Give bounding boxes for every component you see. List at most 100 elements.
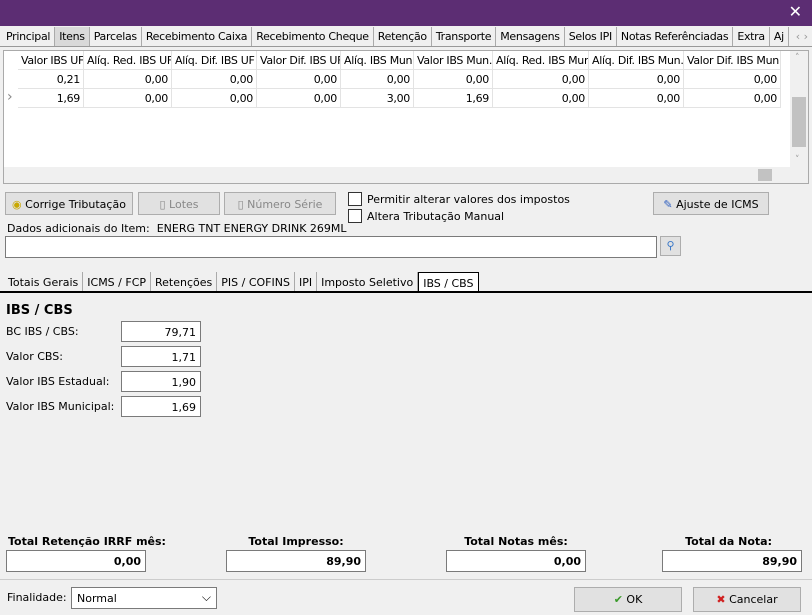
cancelar-button[interactable]: ✖ Cancelar (693, 587, 801, 612)
horizontal-scrollbar[interactable] (4, 167, 808, 183)
dados-label-text: Dados adicionais do Item: (7, 222, 150, 235)
dados-value: ENERG TNT ENERGY DRINK 269ML (156, 222, 347, 235)
table-cell[interactable]: 0,00 (589, 70, 684, 89)
grid-header: Valor IBS UF Alíq. Red. IBS UF Alíq. Dif. … (4, 51, 789, 70)
total-value: 89,90 (226, 550, 366, 572)
row-indicator-icon: › (7, 89, 13, 105)
scroll-down-icon[interactable]: ˅ (795, 155, 800, 165)
tab-9[interactable]: Notas Referênciadas (617, 27, 734, 46)
field-input[interactable]: 1,90 (121, 371, 201, 392)
table-cell[interactable]: 3,00 (341, 89, 414, 108)
doc-icon: ▯ (237, 198, 244, 211)
tab-2[interactable]: Parcelas (90, 27, 142, 46)
table-cell[interactable]: 1,69 (414, 89, 493, 108)
field-label: BC IBS / CBS: (6, 325, 79, 338)
table-cell[interactable]: 0,00 (684, 70, 781, 89)
table-cell[interactable]: 1,69 (18, 89, 84, 108)
tab-0[interactable]: Principal (2, 27, 56, 46)
scroll-thumb[interactable] (758, 169, 772, 181)
tab-5[interactable]: Retenção (374, 27, 432, 46)
permitir-checkbox[interactable] (348, 192, 362, 206)
subtab-2[interactable]: Retenções (151, 272, 218, 291)
field-label: Valor CBS: (6, 350, 63, 363)
permitir-label: Permitir alterar valores dos impostos (367, 193, 570, 206)
panel-title: IBS / CBS (6, 303, 73, 318)
total-label: Total Retenção IRRF mês: (8, 535, 166, 548)
doc-icon: ▯ (159, 198, 166, 211)
vertical-scrollbar[interactable]: ˄ ˅ (790, 51, 808, 167)
table-cell[interactable]: 0,00 (257, 89, 341, 108)
table-cell[interactable]: 0,00 (84, 70, 172, 89)
dados-adicionais-input[interactable] (5, 236, 657, 258)
items-grid: Valor IBS UF Alíq. Red. IBS UF Alíq. Dif. … (3, 50, 809, 184)
chevron-down-icon: ⌵ (201, 590, 211, 604)
table-cell[interactable]: 0,21 (18, 70, 84, 89)
total-label: Total Notas mês: (464, 535, 568, 548)
x-icon: ✖ (716, 593, 726, 606)
tax-icon: ◉ (12, 198, 22, 211)
column-header[interactable]: Alíq. Dif. IBS Mun. (589, 51, 684, 70)
tab-1[interactable]: Itens (55, 27, 90, 46)
total-value: 0,00 (6, 550, 146, 572)
table-cell[interactable]: 0,00 (172, 70, 257, 89)
altera-label: Altera Tributação Manual (367, 210, 505, 223)
table-cell[interactable]: 0,00 (493, 70, 589, 89)
subtab-5[interactable]: Imposto Seletivo (317, 272, 419, 291)
field-input[interactable]: 1,71 (121, 346, 201, 367)
ok-button[interactable]: ✔ OK (574, 587, 682, 612)
total-label: Total da Nota: (685, 535, 772, 548)
total-value: 0,00 (446, 550, 586, 572)
corrige-tributacao-button[interactable]: ◉ Corrige Tributação (5, 192, 133, 215)
subtab-3[interactable]: PIS / COFINS (217, 272, 295, 291)
numero-serie-button[interactable]: ▯ Número Série (224, 192, 336, 215)
tab-10[interactable]: Extra (733, 27, 770, 46)
lotes-button[interactable]: ▯ Lotes (138, 192, 220, 215)
table-cell[interactable]: 0,00 (493, 89, 589, 108)
subtab-1[interactable]: ICMS / FCP (83, 272, 152, 291)
table-cell[interactable]: 0,00 (684, 89, 781, 108)
tab-4[interactable]: Recebimento Cheque (252, 27, 374, 46)
tab-3[interactable]: Recebimento Caixa (142, 27, 253, 46)
tab-scroll-arrows[interactable]: ‹ › (796, 30, 808, 43)
field-input[interactable]: 79,71 (121, 321, 201, 342)
column-header[interactable]: Valor Dif. IBS Mun. (684, 51, 781, 70)
table-row[interactable]: › 1,69 0,00 0,00 0,00 3,00 1,69 0,00 0,00 0,00 (4, 89, 789, 108)
subtab-4[interactable]: IPI (295, 272, 318, 291)
table-cell[interactable]: 0,00 (257, 70, 341, 89)
subtab-0[interactable]: Totais Gerais (4, 272, 84, 291)
close-icon[interactable]: ✕ (789, 2, 802, 21)
table-cell[interactable]: 0,00 (84, 89, 172, 108)
finalidade-label: Finalidade: (7, 591, 67, 604)
table-cell[interactable]: 0,00 (589, 89, 684, 108)
main-tabs: Principal Itens Parcelas Recebimento Caixa R… (0, 27, 812, 47)
finalidade-value: Normal (77, 592, 117, 605)
tab-6[interactable]: Transporte (432, 27, 497, 46)
field-label: Valor IBS Estadual: (6, 375, 110, 388)
column-header[interactable]: Valor IBS UF (18, 51, 84, 70)
ajuste-icms-button[interactable]: ✎ Ajuste de ICMS (653, 192, 769, 215)
check-icon: ✔ (613, 593, 623, 606)
tax-tabs: Totais Gerais ICMS / FCP Retenções PIS / CO… (0, 272, 812, 293)
finalidade-select[interactable]: Normal ⌵ (71, 587, 217, 609)
title-bar (0, 0, 812, 26)
tab-11[interactable]: Aj (770, 27, 789, 46)
table-cell[interactable]: 0,00 (172, 89, 257, 108)
column-header[interactable]: Valor IBS Mun. (414, 51, 493, 70)
scroll-thumb[interactable] (792, 97, 806, 147)
edit-doc-icon: ✎ (663, 198, 673, 211)
column-header[interactable]: Valor Dif. IBS UF (257, 51, 341, 70)
altera-checkbox[interactable] (348, 209, 362, 223)
table-cell[interactable]: 0,00 (414, 70, 493, 89)
subtab-6[interactable]: IBS / CBS (418, 272, 479, 291)
tab-8[interactable]: Selos IPI (565, 27, 617, 46)
field-input[interactable]: 1,69 (121, 396, 201, 417)
tab-7[interactable]: Mensagens (496, 27, 565, 46)
search-icon[interactable]: ⚲ (660, 236, 681, 256)
column-header[interactable]: Alíq. Red. IBS UF (84, 51, 172, 70)
scroll-up-icon[interactable]: ˄ (795, 53, 800, 63)
column-header[interactable]: Alíq. IBS Mun. (341, 51, 414, 70)
table-row[interactable]: 0,21 0,00 0,00 0,00 0,00 0,00 0,00 0,00 0,00 (4, 70, 789, 89)
table-cell[interactable]: 0,00 (341, 70, 414, 89)
column-header[interactable]: Alíq. Dif. IBS UF (172, 51, 257, 70)
column-header[interactable]: Alíq. Red. IBS Mun. (493, 51, 589, 70)
